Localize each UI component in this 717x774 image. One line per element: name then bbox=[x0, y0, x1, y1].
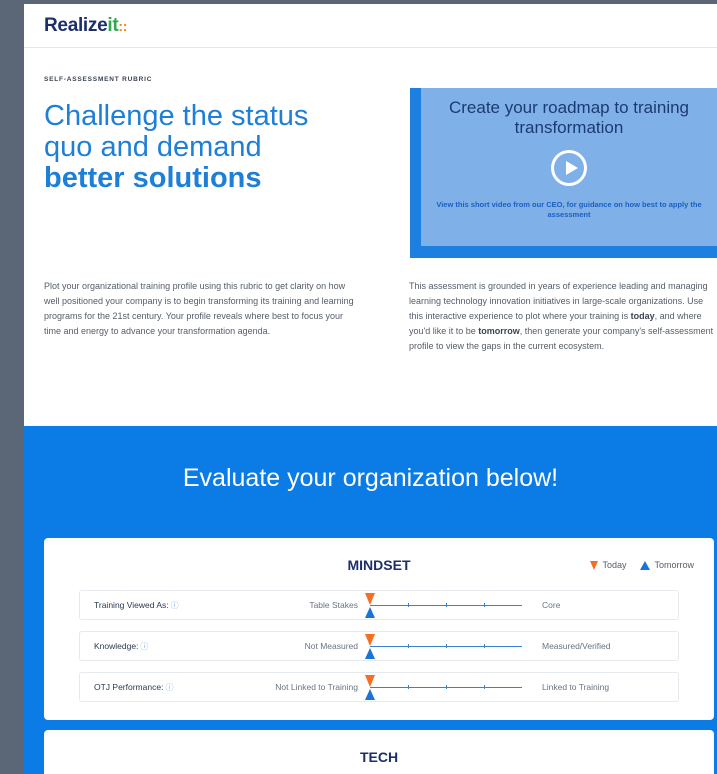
today-slider-handle[interactable] bbox=[365, 593, 375, 605]
tech-card: TECH bbox=[44, 730, 714, 774]
info-icon[interactable]: ⓘ bbox=[171, 601, 179, 610]
slider-tick bbox=[484, 685, 485, 689]
intro-right-paragraph: This assessment is grounded in years of … bbox=[409, 279, 714, 354]
intro-left-paragraph: Plot your organizational training profil… bbox=[44, 281, 354, 336]
evaluate-section: Evaluate your organization below! MINDSE… bbox=[24, 426, 717, 774]
logo-dots: :: bbox=[118, 17, 128, 34]
today-slider-handle[interactable] bbox=[365, 675, 375, 687]
left-sidebar-strip bbox=[0, 0, 24, 774]
intro-right-today: today bbox=[630, 311, 655, 321]
row-label-text: OTJ Performance: bbox=[94, 682, 164, 692]
slider-tick bbox=[446, 685, 447, 689]
realizeit-logo[interactable]: Realizeit:: bbox=[44, 15, 127, 37]
row-right-value: Measured/Verified bbox=[542, 641, 611, 651]
today-slider-handle[interactable] bbox=[365, 634, 375, 646]
slider-tick bbox=[408, 644, 409, 648]
video-caption: View this short video from our CEO, for … bbox=[436, 200, 702, 219]
mindset-card: MINDSET Today Tomorrow Training Viewed A… bbox=[44, 538, 714, 720]
tomorrow-slider-handle[interactable] bbox=[365, 689, 375, 700]
video-thumbnail[interactable]: Create your roadmap to training transfor… bbox=[421, 88, 717, 246]
row-left-value: Table Stakes bbox=[309, 600, 358, 610]
slider-tick bbox=[408, 603, 409, 607]
legend-tomorrow: Tomorrow bbox=[640, 560, 694, 570]
page-headline: Challenge the status quo and demand bett… bbox=[44, 101, 344, 194]
play-circle-icon[interactable] bbox=[551, 150, 587, 186]
headline-plain: Challenge the status quo and demand bbox=[44, 100, 309, 163]
logo-text: Realize bbox=[44, 14, 108, 36]
row-label-text: Training Viewed As: bbox=[94, 600, 169, 610]
row-label: Knowledge: ⓘ bbox=[94, 641, 148, 652]
slider-track[interactable] bbox=[370, 644, 522, 648]
row-label-text: Knowledge: bbox=[94, 641, 139, 651]
slider-tick bbox=[408, 685, 409, 689]
slider-tick bbox=[446, 603, 447, 607]
tomorrow-marker-icon bbox=[640, 560, 651, 570]
slider-track[interactable] bbox=[370, 603, 522, 607]
rubric-row-training-viewed-as: Training Viewed As: ⓘ Table Stakes Core bbox=[79, 590, 679, 620]
slider-tick bbox=[484, 644, 485, 648]
rubric-row-otj-performance: OTJ Performance: ⓘ Not Linked to Training… bbox=[79, 672, 679, 702]
intro-right-tomorrow: tomorrow bbox=[478, 326, 520, 336]
video-title: Create your roadmap to training transfor… bbox=[448, 98, 690, 137]
info-icon[interactable]: ⓘ bbox=[165, 683, 173, 692]
row-label: Training Viewed As: ⓘ bbox=[94, 600, 179, 611]
video-block[interactable]: Create your roadmap to training transfor… bbox=[410, 88, 717, 258]
row-right-value: Linked to Training bbox=[542, 682, 610, 692]
tomorrow-slider-handle[interactable] bbox=[365, 607, 375, 618]
slider-tick bbox=[446, 644, 447, 648]
tech-title: TECH bbox=[359, 749, 399, 765]
eyebrow-label: SELF-ASSESSMENT RUBRIC bbox=[44, 76, 153, 83]
row-left-value: Not Linked to Training bbox=[275, 682, 358, 692]
row-label: OTJ Performance: ⓘ bbox=[94, 682, 173, 693]
rubric-row-knowledge: Knowledge: ⓘ Not Measured Measured/Verifi… bbox=[79, 631, 679, 661]
slider-tick bbox=[484, 603, 485, 607]
slider-track[interactable] bbox=[370, 685, 522, 689]
row-right-value: Core bbox=[542, 600, 561, 610]
headline-bold: better solutions bbox=[44, 162, 262, 194]
legend-today: Today bbox=[590, 560, 626, 570]
legend-today-label: Today bbox=[602, 560, 627, 570]
evaluate-title: Evaluate your organization below! bbox=[182, 464, 559, 492]
today-marker-icon bbox=[590, 560, 599, 570]
top-bar: Realizeit:: bbox=[24, 4, 717, 48]
logo-it: it bbox=[107, 14, 119, 36]
legend: Today Tomorrow bbox=[590, 560, 694, 570]
info-icon[interactable]: ⓘ bbox=[140, 642, 148, 651]
tomorrow-slider-handle[interactable] bbox=[365, 648, 375, 659]
row-left-value: Not Measured bbox=[304, 641, 358, 651]
legend-tomorrow-label: Tomorrow bbox=[654, 560, 694, 570]
page: Realizeit:: SELF-ASSESSMENT RUBRIC Chall… bbox=[24, 4, 717, 774]
